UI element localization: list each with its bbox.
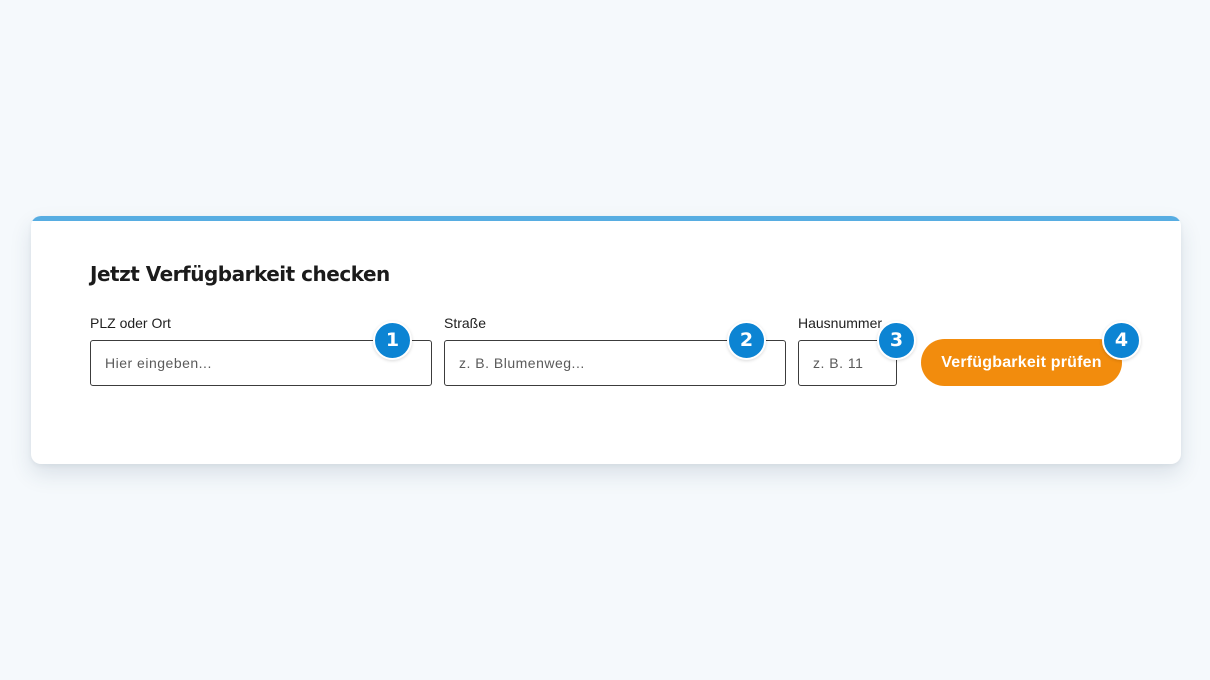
callout-badge-4: 4 [1102,321,1141,360]
street-label: Straße [444,315,487,331]
callout-badge-3: 3 [877,321,916,360]
house-number-label: Hausnummer [798,315,883,331]
callout-badge-2: 2 [727,321,766,360]
card-accent-bar [31,216,1181,221]
availability-check-card: Jetzt Verfügbarkeit checken PLZ oder Ort… [31,216,1181,464]
callout-badge-1: 1 [373,321,412,360]
card-title: Jetzt Verfügbarkeit checken [90,262,390,286]
zip-city-label: PLZ oder Ort [90,315,171,331]
check-availability-button[interactable]: Verfügbarkeit prüfen [921,339,1122,386]
